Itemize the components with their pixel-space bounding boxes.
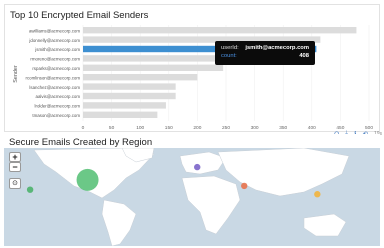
tooltip-value-userid: jsmith@acmecorp.com <box>245 45 309 51</box>
region-bubble-2[interactable] <box>194 163 201 171</box>
x-tick-label-4: 200 <box>193 125 201 131</box>
zoom-out-button[interactable]: − <box>9 162 21 172</box>
bar-5[interactable] <box>83 74 198 81</box>
tooltip-value-count: 408 <box>299 53 309 60</box>
bar-9[interactable] <box>83 111 158 118</box>
region-map-title: Secure Emails Created by Region <box>9 137 153 148</box>
bar-0[interactable] <box>83 27 357 34</box>
y-axis-title: Sender <box>13 65 19 83</box>
world-map-canvas <box>26 148 350 246</box>
sender-label-1: jdonnelly@acmecorp.com <box>28 38 80 43</box>
x-tick-label-3: 150 <box>165 125 173 131</box>
australia-shape <box>303 213 347 237</box>
tooltip-key-count: count: <box>221 53 237 60</box>
africa-shape <box>181 175 241 235</box>
bar-tooltip: userId: jsmith@acmecorp.com count: 408 <box>215 41 315 65</box>
sender-label-2: jsmith@acmecorp.com <box>34 47 80 52</box>
sender-label-5: rcomlinson@acmecorp.com <box>26 75 81 80</box>
region-bubble-1[interactable] <box>26 186 34 193</box>
x-tick-label-5: 250 <box>222 125 230 131</box>
south-america-shape <box>101 199 137 246</box>
locate-icon[interactable]: ⊙ <box>9 178 21 189</box>
sender-label-8: lrolder@acmecorp.com <box>35 104 81 109</box>
sender-label-7: aalvis@acmecorp.com <box>36 94 81 99</box>
bar-8[interactable] <box>83 102 166 109</box>
region-bubble-4[interactable] <box>314 191 321 198</box>
x-tick-label-0: 0 <box>82 125 85 131</box>
zoom-in-button[interactable]: + <box>9 152 21 162</box>
asia-shape <box>217 148 350 197</box>
x-tick-label-8: 400 <box>308 125 316 131</box>
sender-label-6: lsanchez@acmecorp.com <box>29 85 80 90</box>
sender-label-4: rsparks@acmecorp.com <box>32 66 80 71</box>
sender-label-3: rmoreno@acmecorp.com <box>30 57 80 62</box>
tooltip-key-userid: userId: <box>221 45 239 51</box>
region-bubble-0[interactable] <box>76 168 99 191</box>
x-tick-label-7: 350 <box>279 125 287 131</box>
x-tick-label-2: 100 <box>136 125 144 131</box>
region-map-panel: Secure Emails Created by Region + − ⊙ <box>4 134 380 246</box>
world-map[interactable]: + − ⊙ <box>4 148 380 246</box>
europe-shape <box>179 151 227 175</box>
bar-4[interactable] <box>83 64 224 71</box>
bar-6[interactable] <box>83 83 176 90</box>
region-bubble-3[interactable] <box>241 182 248 190</box>
x-tick-label-1: 50 <box>109 125 115 131</box>
sender-label-0: awilliams@acmecorp.com <box>29 28 80 33</box>
bar-7[interactable] <box>83 92 176 100</box>
sender-label-9: tmason@acmecorp.com <box>32 113 80 118</box>
top-senders-bar-chart: awilliams@acmecorp.com jdonnelly@acmecorp… <box>13 25 373 131</box>
top-senders-panel: Top 10 Encrypted Email Senders awilliams… <box>4 4 380 132</box>
x-tick-label-6: 300 <box>251 125 259 131</box>
